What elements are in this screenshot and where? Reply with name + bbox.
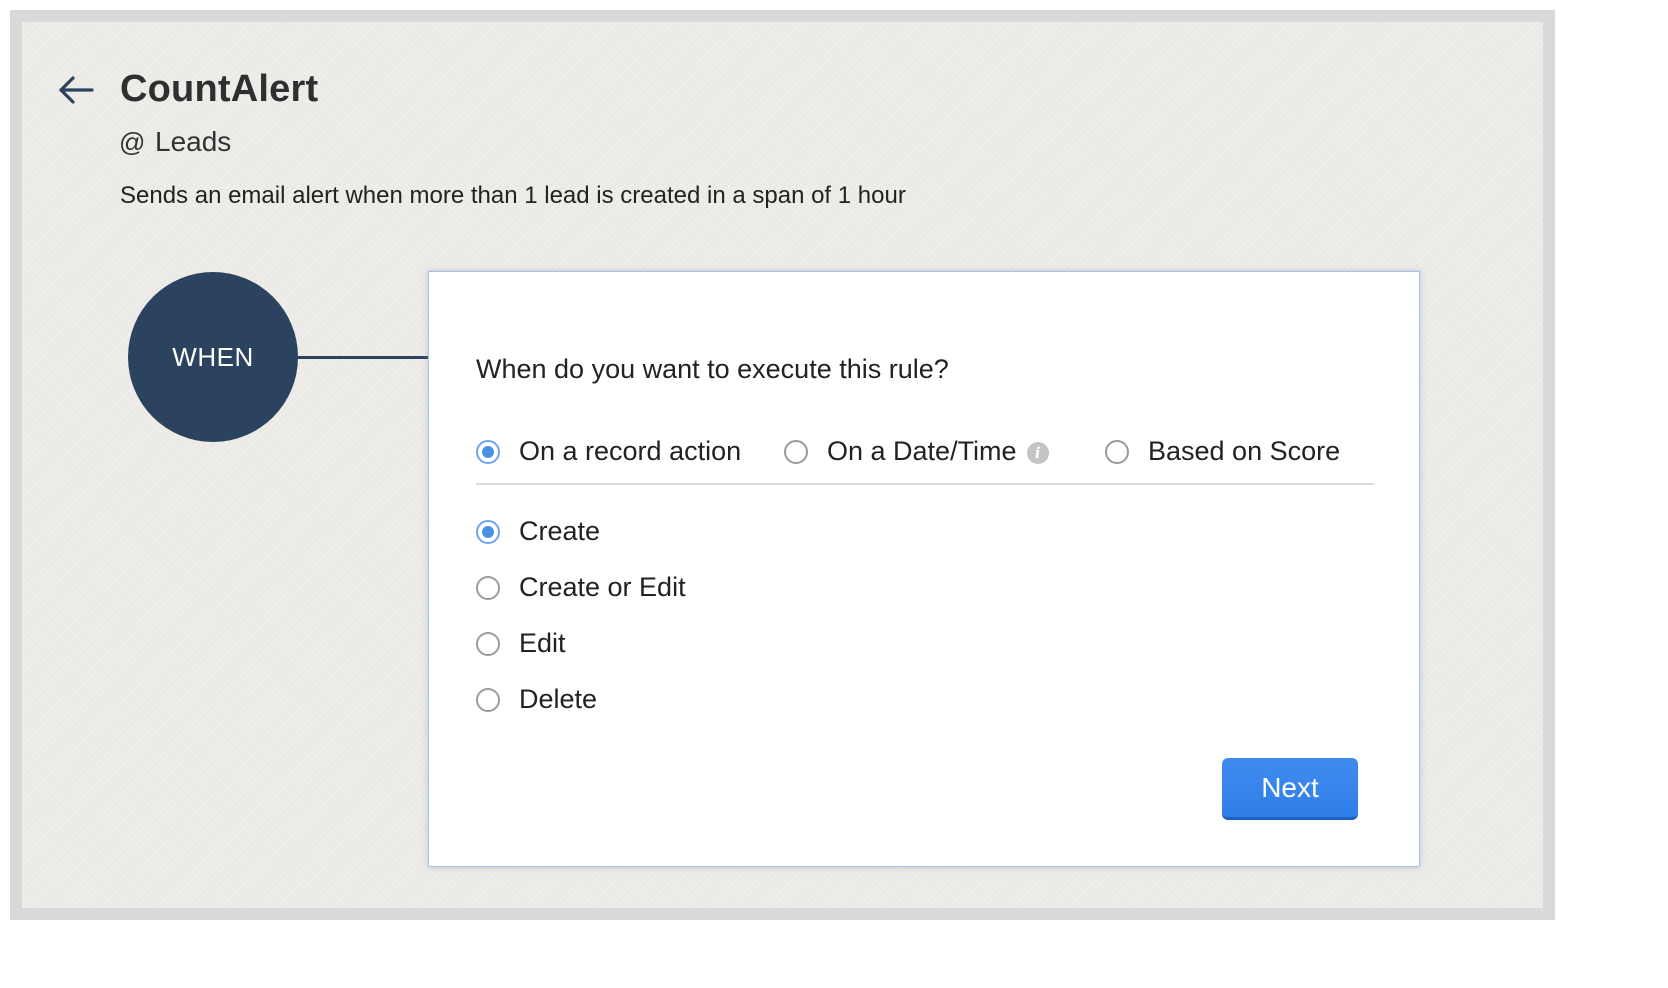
trigger-option-label: On a record action [519, 436, 742, 466]
trigger-card: When do you want to execute this rule? O… [428, 271, 1420, 867]
radio-delete[interactable] [476, 687, 500, 712]
radio-edit[interactable] [476, 631, 500, 656]
action-option-create[interactable]: Create [476, 516, 600, 547]
module-name: Leads [155, 126, 232, 157]
radio-date-time[interactable] [784, 439, 808, 464]
rule-title: CountAlert [120, 68, 319, 110]
when-step-circle: WHEN [128, 272, 298, 442]
next-button[interactable]: Next [1222, 758, 1358, 820]
rule-description: Sends an email alert when more than 1 le… [120, 182, 906, 209]
radio-record-action[interactable] [476, 439, 500, 464]
trigger-question: When do you want to execute this rule? [476, 354, 949, 384]
action-option-label: Delete [519, 684, 598, 714]
divider [476, 483, 1374, 485]
trigger-option-date-time[interactable]: On a Date/Time i [784, 436, 1049, 467]
back-arrow-icon[interactable] [56, 72, 96, 108]
trigger-option-label: Based on Score [1148, 436, 1341, 466]
page-frame: CountAlert @ Leads Sends an email alert w… [10, 10, 1555, 920]
when-step-label: WHEN [172, 341, 254, 372]
action-option-label: Create or Edit [519, 572, 686, 602]
radio-score[interactable] [1105, 439, 1129, 464]
action-option-label: Edit [519, 628, 566, 658]
module-line: @ Leads [119, 126, 231, 158]
info-icon[interactable]: i [1026, 442, 1049, 464]
trigger-option-score[interactable]: Based on Score [1105, 436, 1340, 467]
action-option-label: Create [519, 516, 601, 546]
radio-create-or-edit[interactable] [476, 575, 500, 600]
action-option-delete[interactable]: Delete [476, 684, 597, 715]
radio-create[interactable] [476, 519, 500, 544]
step-connector-line [296, 356, 430, 359]
trigger-option-label: On a Date/Time [827, 436, 1017, 466]
at-icon: @ [119, 127, 146, 157]
action-option-edit[interactable]: Edit [476, 628, 566, 659]
trigger-option-record-action[interactable]: On a record action [476, 436, 741, 467]
action-option-create-or-edit[interactable]: Create or Edit [476, 572, 686, 603]
